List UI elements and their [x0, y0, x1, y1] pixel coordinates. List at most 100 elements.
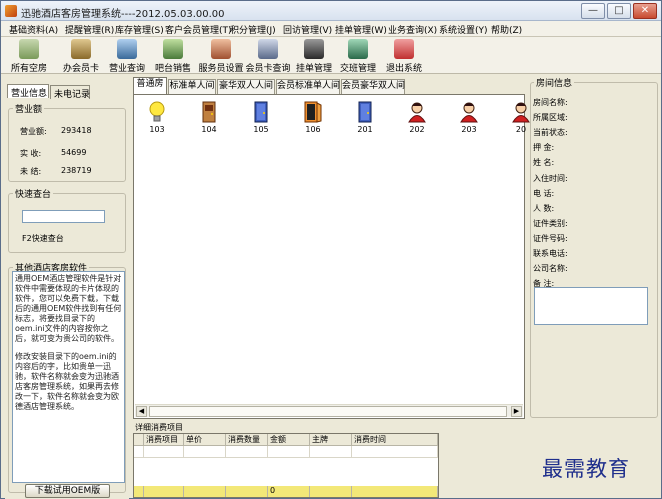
- tab-room-member-single[interactable]: 会员标准单人间: [276, 79, 340, 94]
- table-cell[interactable]: [226, 446, 268, 458]
- menu-bar: 基础资料(A) 提醒管理(R) 库存管理(S) 客户会员管理(T) 积分管理(J…: [1, 21, 661, 37]
- table-cell[interactable]: [310, 446, 352, 458]
- minimize-button[interactable]: —: [581, 3, 605, 19]
- other-software-memo[interactable]: 通用OEM酒店管理软件是针对软件中需要体现的卡片体现的软件，您可以免费下载，下载…: [12, 271, 125, 483]
- card-query-icon: [258, 39, 278, 59]
- room-tile[interactable]: 203: [454, 101, 484, 141]
- tab-room-deluxe-double[interactable]: 豪华双人人间: [217, 79, 275, 94]
- menu-help[interactable]: 帮助(Z): [491, 23, 522, 36]
- door-occupied-icon: [194, 101, 224, 123]
- door-open-icon: [298, 101, 328, 123]
- summary-cell: [144, 486, 184, 497]
- toolbar-label: 服务员设置: [198, 64, 244, 74]
- tab-room-member-deluxe[interactable]: 会员豪华双人间: [341, 79, 405, 94]
- tab-business-info[interactable]: 营业信息: [7, 84, 49, 99]
- guest-icon: [402, 101, 432, 123]
- title-bar[interactable]: 迅驰酒店客房管理系统----2012.05.03.00.00 — □ ✕: [1, 1, 661, 21]
- toolbar-label: 营业查询: [108, 64, 145, 74]
- column-header[interactable]: 金额: [268, 434, 310, 446]
- room-area: 普通房 标准单人间 豪华双人人间 会员标准单人间 会员豪华双人间 103 104 1…: [133, 77, 530, 419]
- room-tile[interactable]: 201: [350, 101, 380, 141]
- details-table[interactable]: 消费项目 单价 消费数量 金额 主牌 消费时间 0: [133, 433, 439, 498]
- toolbar-all-vacant-rooms-button[interactable]: 所有空房: [9, 38, 49, 74]
- table-cell[interactable]: [352, 446, 438, 458]
- table-row[interactable]: [134, 446, 144, 458]
- remarks-box[interactable]: [534, 287, 648, 325]
- room-grid-panel: 103 104 105 106 201 202 203 20 ◀ ▶: [133, 94, 530, 419]
- toolbar-label: 挂单管理: [295, 64, 332, 74]
- room-tile[interactable]: 106: [298, 101, 328, 141]
- horizontal-scrollbar[interactable]: ◀ ▶: [135, 404, 523, 417]
- tab-call-records[interactable]: 未电记录: [50, 85, 90, 100]
- summary-total-amount: 0: [268, 486, 310, 497]
- column-header[interactable]: 消费时间: [352, 434, 438, 446]
- room-number: 202: [409, 125, 425, 134]
- toolbar-exit-button[interactable]: 退出系统: [384, 38, 424, 74]
- unsettled-value: 238719: [61, 166, 92, 175]
- room-info-field-label: 证件类别:: [533, 218, 568, 228]
- room-info-title: 房间信息: [534, 76, 575, 89]
- column-header[interactable]: 单价: [184, 434, 226, 446]
- room-number: 103: [149, 125, 165, 134]
- bed-icon: [19, 39, 39, 59]
- close-button[interactable]: ✕: [633, 3, 657, 19]
- revenue-group-title: 营业额: [13, 102, 45, 115]
- tab-room-standard-single[interactable]: 标准单人间: [168, 79, 216, 94]
- room-info-field-label: 押 金:: [533, 143, 555, 153]
- app-icon: [5, 5, 17, 17]
- toolbar-member-card-button[interactable]: 办会员卡: [61, 38, 101, 74]
- menu-points[interactable]: 积分管理(J): [230, 23, 276, 36]
- scroll-thumb[interactable]: [149, 406, 507, 417]
- table-cell[interactable]: [144, 446, 184, 458]
- menu-customer-member[interactable]: 客户会员管理(T): [165, 23, 232, 36]
- toolbar-pending-order-button[interactable]: 挂单管理: [294, 38, 334, 74]
- table-cell[interactable]: [184, 446, 226, 458]
- toolbar-waiter-settings-button[interactable]: 服务员设置: [198, 38, 244, 74]
- bar-sales-icon: [163, 39, 183, 59]
- column-header[interactable]: 主牌: [310, 434, 352, 446]
- row-indicator-header: [134, 434, 144, 446]
- menu-revisit[interactable]: 回访管理(V): [283, 23, 332, 36]
- scroll-left-icon[interactable]: ◀: [136, 406, 147, 417]
- received-label: 实 收:: [20, 149, 42, 158]
- waiter-settings-icon: [211, 39, 231, 59]
- menu-business-query[interactable]: 业务查询(X): [388, 23, 437, 36]
- room-info-field-label: 电 话:: [533, 188, 555, 198]
- menu-reminder[interactable]: 提醒管理(R): [65, 23, 114, 36]
- summary-cell: [184, 486, 226, 497]
- tab-room-standard[interactable]: 普通房: [133, 77, 167, 94]
- menu-pending-orders[interactable]: 挂单管理(W): [335, 23, 387, 36]
- column-header[interactable]: 消费项目: [144, 434, 184, 446]
- toolbar-business-query-button[interactable]: 营业查询: [107, 38, 147, 74]
- download-oem-button[interactable]: 下载试用OEM版: [25, 484, 110, 498]
- menu-basic-data[interactable]: 基础资料(A): [9, 23, 58, 36]
- revenue-label: 营业额:: [20, 127, 47, 136]
- room-info-field-label: 房间名称:: [533, 98, 568, 107]
- table-cell[interactable]: [268, 446, 310, 458]
- toolbar-card-query-button[interactable]: 会员卡查询: [245, 38, 291, 74]
- menu-inventory[interactable]: 库存管理(S): [115, 23, 164, 36]
- toolbar-shift-handover-button[interactable]: 交班管理: [338, 38, 378, 74]
- room-tile[interactable]: 105: [246, 101, 276, 141]
- summary-cell: [226, 486, 268, 497]
- lightbulb-icon: [142, 101, 172, 123]
- memo-paragraph: 修改安装目录下的oem.ini的内容后的字，比如贵单一迅驰，软件名称就会变为迅驰…: [15, 352, 119, 411]
- details-title: 详细消费项目: [135, 423, 183, 432]
- toolbar-label: 交班管理: [339, 64, 376, 74]
- room-info-field-label: 所属区域:: [533, 113, 568, 123]
- room-number: 106: [305, 125, 321, 134]
- room-tile[interactable]: 103: [142, 101, 172, 141]
- room-tile[interactable]: 202: [402, 101, 432, 141]
- room-tile[interactable]: 104: [194, 101, 224, 141]
- menu-system-settings[interactable]: 系统设置(Y): [439, 23, 488, 36]
- left-panel: 营业信息 未电记录 营业额 营业额: 293418 实 收: 54699 未 结…: [5, 81, 129, 499]
- room-info-field-label: 联系电话:: [533, 249, 568, 258]
- maximize-button[interactable]: □: [607, 3, 631, 19]
- scroll-right-icon[interactable]: ▶: [511, 406, 522, 417]
- quick-lookup-input[interactable]: [22, 210, 105, 223]
- toolbar: 所有空房 办会员卡 营业查询 吧台销售 服务员设置 会员卡查询 挂单管理 交班管…: [1, 37, 661, 74]
- column-header[interactable]: 消费数量: [226, 434, 268, 446]
- toolbar-bar-sales-button[interactable]: 吧台销售: [153, 38, 193, 74]
- toolbar-label: 吧台销售: [154, 64, 191, 74]
- toolbar-label: 会员卡查询: [245, 64, 291, 74]
